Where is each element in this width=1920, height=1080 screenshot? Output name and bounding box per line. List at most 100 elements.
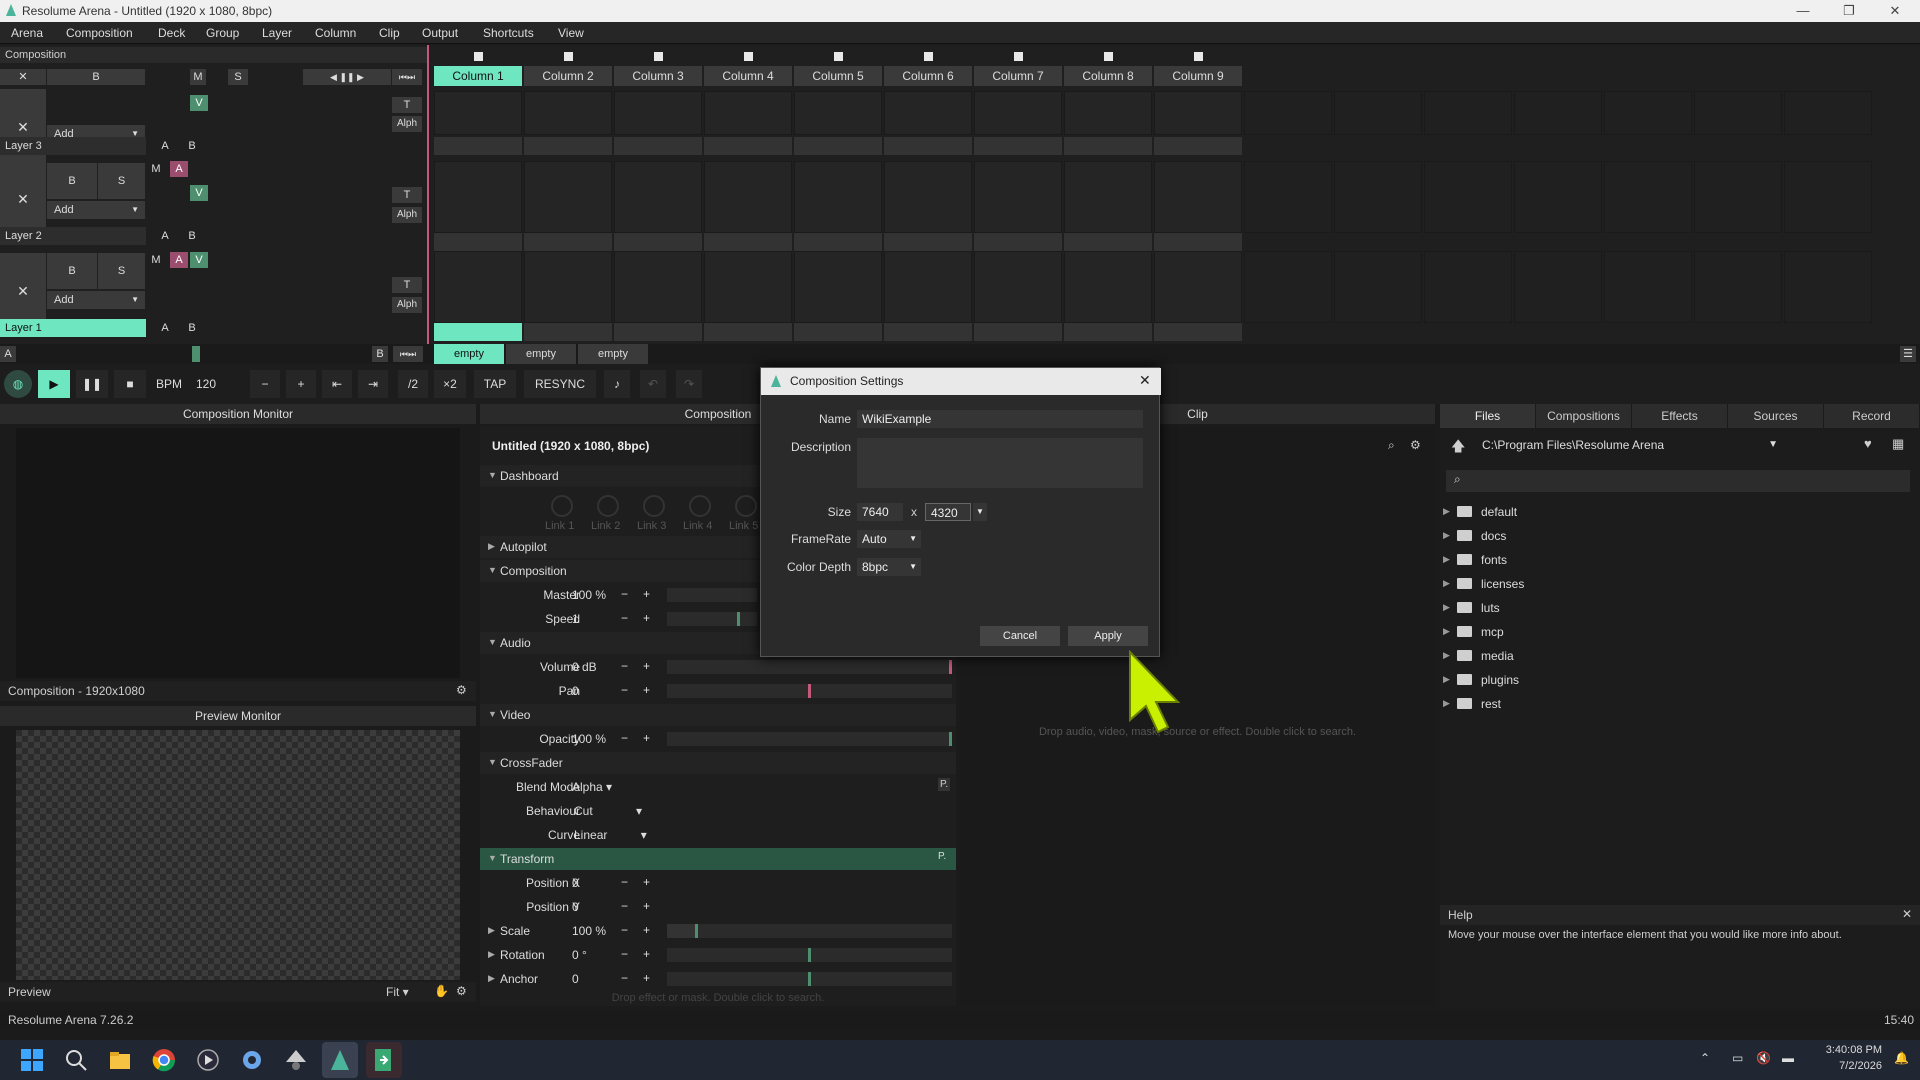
composition-x-button[interactable]: ✕ — [0, 69, 46, 85]
battery-icon[interactable]: ▬ — [1782, 1051, 1794, 1065]
clip-slot-bar[interactable] — [1064, 323, 1152, 341]
dialog-close-icon[interactable]: ✕ — [1139, 372, 1151, 389]
preview-gear-icon[interactable]: ⚙ — [456, 984, 467, 998]
menu-view[interactable]: View — [558, 26, 584, 40]
deck-tab-1[interactable]: empty — [434, 344, 504, 364]
clip-slot[interactable] — [1604, 161, 1692, 233]
framerate-dropdown[interactable]: Auto ▼ — [857, 530, 921, 548]
clip-slot[interactable] — [1514, 91, 1602, 135]
clip-slot[interactable] — [704, 251, 792, 323]
layer-2-name[interactable]: Layer 2 — [0, 227, 146, 245]
settings-app-icon[interactable] — [240, 1048, 264, 1072]
scale-slider[interactable] — [667, 924, 952, 938]
tap-button[interactable]: TAP — [474, 370, 516, 398]
clip-slot[interactable] — [1154, 91, 1242, 135]
video-section[interactable]: ▼ Video — [480, 704, 956, 726]
opacity-value[interactable]: 100 % — [572, 732, 606, 746]
clip-slot-bar[interactable] — [974, 233, 1062, 251]
chrome-icon[interactable] — [152, 1048, 176, 1072]
bpm-increase-button[interactable]: + — [286, 370, 316, 398]
layer-2-solo-button[interactable]: S — [98, 163, 145, 199]
clip-slot[interactable] — [1514, 251, 1602, 323]
clip-slot-bar[interactable] — [524, 137, 612, 155]
clip-slot[interactable] — [614, 91, 702, 135]
clip-slot-bar[interactable] — [794, 137, 882, 155]
anchor-value[interactable]: 0 — [572, 972, 579, 986]
expand-arrow-icon[interactable]: ▶ — [1443, 650, 1450, 661]
layer-1-video-button[interactable]: V — [190, 252, 208, 268]
composition-solo-button[interactable]: S — [228, 69, 248, 85]
crossfader-section[interactable]: ▼ CrossFader — [480, 752, 956, 774]
column-1-trigger[interactable] — [474, 52, 483, 61]
speed-plus[interactable]: + — [643, 611, 650, 625]
column-8-header[interactable]: Column 8 — [1064, 66, 1152, 86]
expand-arrow-icon[interactable]: ▶ — [1443, 578, 1450, 589]
clip-slot-bar[interactable] — [434, 233, 522, 251]
folder-item[interactable]: ▶ docs — [1443, 527, 1643, 547]
layer-1-a-button[interactable]: A — [157, 319, 173, 337]
clip-slot-bar[interactable] — [614, 233, 702, 251]
clip-slot-bar[interactable] — [614, 323, 702, 341]
scale-plus[interactable]: + — [643, 923, 650, 937]
blend-mode-param-button[interactable]: P. — [938, 778, 951, 791]
scale-value[interactable]: 100 % — [572, 924, 606, 938]
link-1-knob[interactable] — [551, 495, 573, 517]
volume-slider-handle[interactable] — [949, 660, 952, 674]
link-5-knob[interactable] — [735, 495, 757, 517]
clip-slot[interactable] — [1154, 161, 1242, 233]
rotation-slider-handle[interactable] — [808, 948, 811, 962]
document-taskbar-button[interactable] — [366, 1042, 402, 1078]
clip-slot[interactable] — [1244, 91, 1332, 135]
preview-monitor-view[interactable] — [16, 730, 460, 980]
clip-slot-bar[interactable] — [704, 137, 792, 155]
crossfader-handle[interactable] — [192, 346, 200, 362]
color-depth-dropdown[interactable]: 8bpc ▼ — [857, 558, 921, 576]
layer-1-add-dropdown[interactable]: Add ▼ — [47, 291, 145, 309]
fit-dropdown[interactable]: Fit ▾ — [386, 985, 409, 999]
layer-2-t-button[interactable]: T — [392, 187, 422, 203]
redo-icon[interactable]: ↷ — [676, 370, 702, 398]
hand-icon[interactable]: ✋ — [434, 984, 449, 998]
clip-slot-bar[interactable] — [974, 323, 1062, 341]
description-field[interactable] — [857, 438, 1143, 488]
expand-arrow-icon[interactable]: ▶ — [1443, 554, 1450, 565]
column-2-header[interactable]: Column 2 — [524, 66, 612, 86]
pan-slider-handle[interactable] — [808, 684, 811, 698]
expand-arrow-icon[interactable]: ▶ — [1443, 530, 1450, 541]
clip-slot[interactable] — [1784, 91, 1872, 135]
folder-item[interactable]: ▶ media — [1443, 647, 1643, 667]
menu-composition[interactable]: Composition — [66, 26, 133, 40]
layer-2-audio-button[interactable]: A — [170, 161, 188, 177]
clip-slot[interactable] — [794, 161, 882, 233]
clip-slot-bar[interactable] — [1064, 137, 1152, 155]
favorite-heart-icon[interactable]: ♥ — [1864, 436, 1872, 451]
clip-slot[interactable] — [974, 91, 1062, 135]
column-6-trigger[interactable] — [924, 52, 933, 61]
halve-bpm-button[interactable]: /2 — [398, 370, 428, 398]
inkscape-icon[interactable] — [284, 1048, 308, 1072]
link-4-knob[interactable] — [689, 495, 711, 517]
menu-deck[interactable]: Deck — [158, 26, 185, 40]
globe-icon[interactable]: ◍ — [4, 370, 32, 398]
folder-item[interactable]: ▶ plugins — [1443, 671, 1643, 691]
menu-arena[interactable]: Arena — [11, 26, 43, 40]
metronome-icon[interactable]: ♪ — [604, 370, 630, 398]
rotation-value[interactable]: 0 ° — [572, 948, 587, 962]
clip-slot[interactable] — [1334, 251, 1422, 323]
clip-slot-bar[interactable] — [884, 137, 972, 155]
opacity-plus[interactable]: + — [643, 731, 650, 745]
nudge-back-button[interactable]: ⇤ — [322, 370, 352, 398]
clip-slot-bar[interactable] — [1154, 233, 1242, 251]
maximize-button[interactable]: ❐ — [1826, 0, 1872, 22]
clip-slot[interactable] — [974, 161, 1062, 233]
clip-slot[interactable] — [1334, 91, 1422, 135]
column-2-trigger[interactable] — [564, 52, 573, 61]
column-3-header[interactable]: Column 3 — [614, 66, 702, 86]
position-y-value[interactable]: 0 — [572, 900, 579, 914]
search-input[interactable]: ⌕ — [1446, 470, 1910, 492]
deck-menu-icon[interactable]: ☰ — [1900, 346, 1916, 362]
layer-1-solo-button[interactable]: S — [98, 253, 145, 289]
column-6-header[interactable]: Column 6 — [884, 66, 972, 86]
behaviour-dropdown[interactable]: Cut ▾ — [574, 804, 642, 818]
column-4-trigger[interactable] — [744, 52, 753, 61]
